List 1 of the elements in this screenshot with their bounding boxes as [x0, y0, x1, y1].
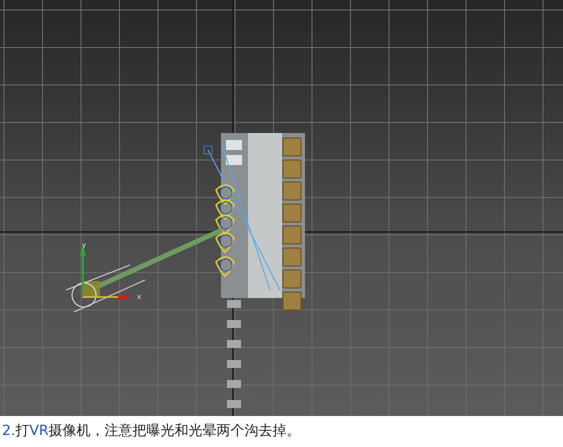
caption-text: 2.打VR摄像机，注意把曝光和光晕两个沟去掉。 [2, 422, 301, 440]
